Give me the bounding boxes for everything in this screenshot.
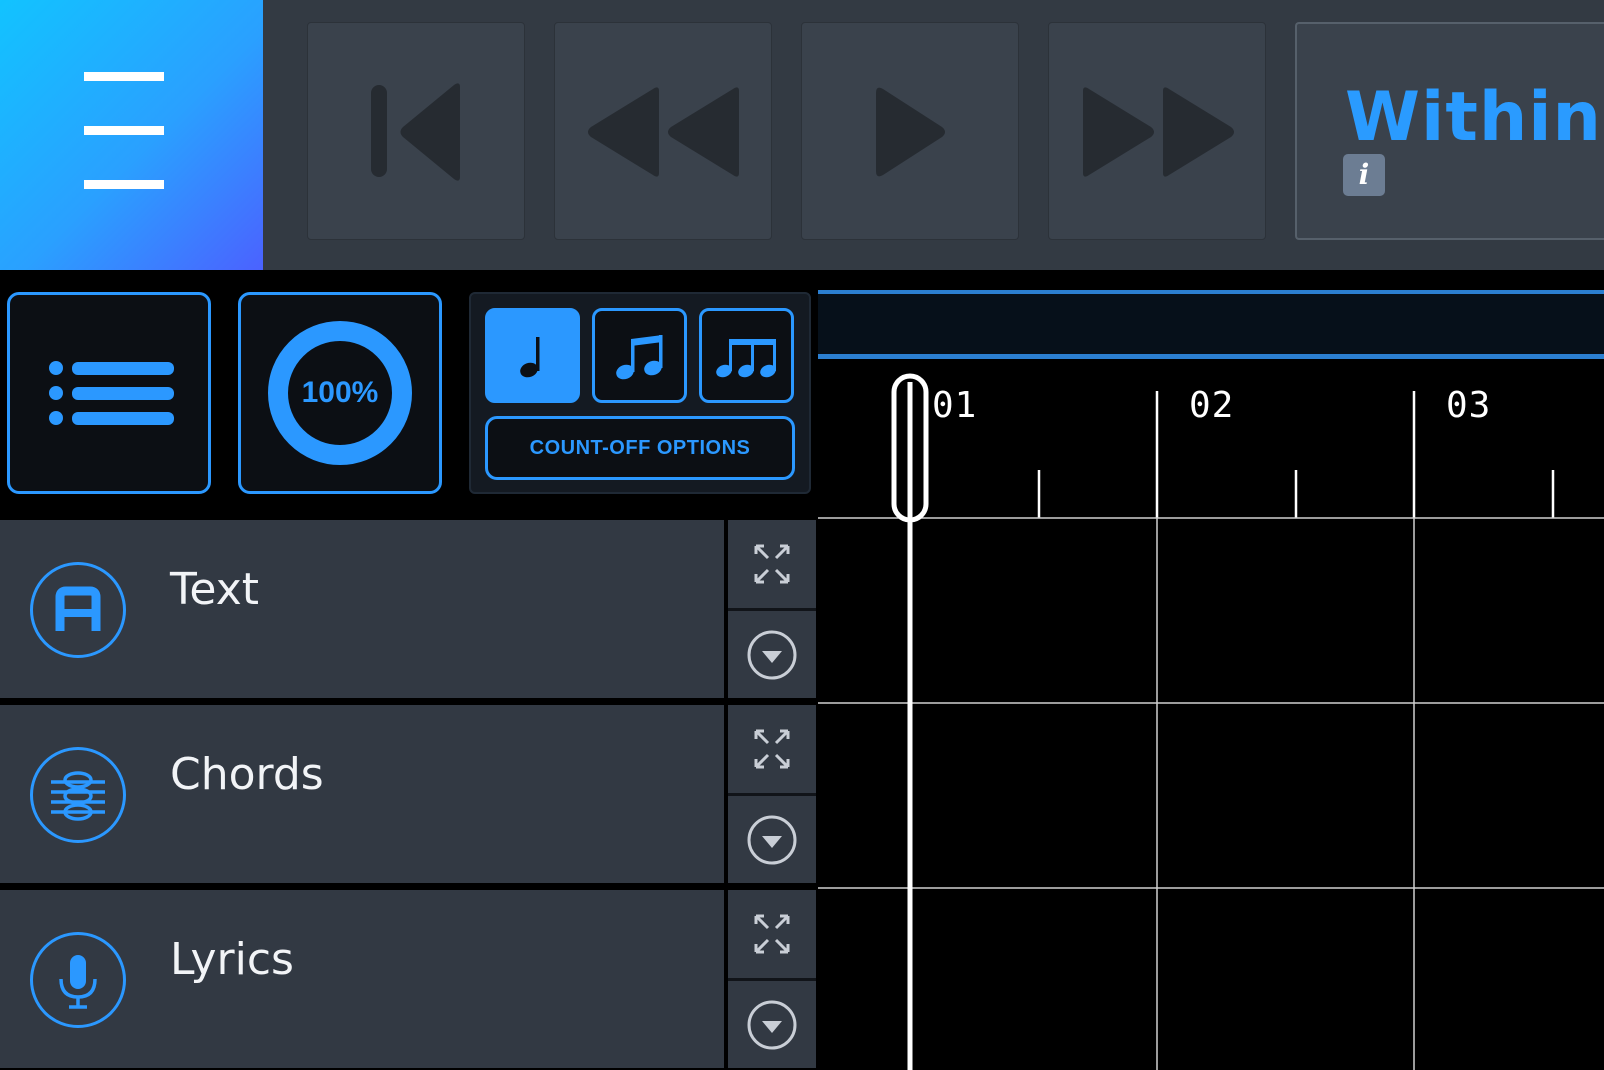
expand-track-button[interactable] (728, 520, 816, 608)
list-icon (49, 361, 174, 425)
track-row-chords: Chords (0, 705, 818, 883)
count-off-panel: COUNT-OFF OPTIONS (469, 292, 811, 494)
chevron-down-icon (747, 815, 797, 865)
track-dropdown-button[interactable] (728, 981, 816, 1069)
track-header[interactable]: Chords (0, 705, 724, 883)
bar-number: 02 (1189, 385, 1235, 426)
expand-icon (754, 729, 790, 769)
track-label: Chords (170, 749, 324, 800)
expand-icon (754, 544, 790, 584)
eighth-notes-icon (616, 335, 663, 380)
track-header[interactable]: Lyrics (0, 890, 724, 1068)
fast-forward-icon (1083, 87, 1234, 177)
bar-number: 03 (1446, 385, 1492, 426)
overview-border-bottom (818, 354, 1604, 359)
timeline[interactable]: 01 02 03 (818, 270, 1604, 1070)
rewind-icon (588, 87, 739, 177)
track-header[interactable]: Text (0, 520, 724, 698)
expand-icon (754, 914, 790, 954)
track-side-controls (728, 705, 816, 883)
setlist-button[interactable] (7, 292, 211, 494)
info-button[interactable]: i (1343, 154, 1385, 196)
eighth-notes-button[interactable] (592, 308, 687, 403)
track-label: Text (170, 564, 259, 615)
tempo-percent: 100% (301, 376, 379, 409)
bar-number: 01 (932, 385, 978, 426)
track-side-controls (728, 520, 816, 698)
play-button[interactable] (801, 22, 1019, 240)
control-panel: 100% COUNT-OFF OPTIONS (0, 270, 818, 520)
chevron-down-icon (747, 630, 797, 680)
song-title-box[interactable]: Within i (1295, 22, 1604, 240)
tempo-button[interactable]: 100% (238, 292, 442, 494)
chevron-down-icon (747, 1000, 797, 1050)
track-side-controls (728, 890, 816, 1068)
track-label: Lyrics (170, 934, 294, 985)
triplet-notes-button[interactable] (699, 308, 794, 403)
triplet-notes-icon (716, 339, 776, 378)
skip-to-start-icon (371, 83, 460, 181)
hamburger-menu-icon-line (84, 180, 164, 189)
hamburger-menu-icon-line (84, 126, 164, 135)
expand-track-button[interactable] (728, 890, 816, 978)
fast-forward-button[interactable] (1048, 22, 1266, 240)
chords-track-glyph (51, 771, 105, 821)
microphone-glyph (59, 955, 97, 1009)
menu-button[interactable] (0, 0, 263, 270)
playhead[interactable] (891, 373, 929, 1070)
track-row-lyrics: Lyrics (0, 890, 818, 1068)
chords-track-icon (30, 747, 126, 843)
rewind-button[interactable] (554, 22, 772, 240)
count-off-options-button[interactable]: COUNT-OFF OPTIONS (485, 416, 795, 480)
microphone-icon (30, 932, 126, 1028)
track-dropdown-button[interactable] (728, 796, 816, 884)
play-icon (876, 87, 945, 177)
hamburger-menu-icon (84, 72, 164, 81)
quarter-note-button[interactable] (485, 308, 580, 403)
grid-lines (818, 517, 1604, 1070)
skip-to-start-button[interactable] (307, 22, 525, 240)
quarter-note-icon (520, 337, 540, 378)
text-track-glyph (55, 586, 101, 631)
app-window: Within i 100% COUNT-OFF OPTIONS Text Cho… (0, 0, 1604, 1070)
track-row-text: Text (0, 520, 818, 698)
text-track-icon (30, 562, 126, 658)
overview-border-top (818, 290, 1604, 294)
expand-track-button[interactable] (728, 705, 816, 793)
track-dropdown-button[interactable] (728, 611, 816, 699)
song-title: Within (1345, 78, 1602, 157)
overview-strip[interactable] (818, 292, 1604, 358)
